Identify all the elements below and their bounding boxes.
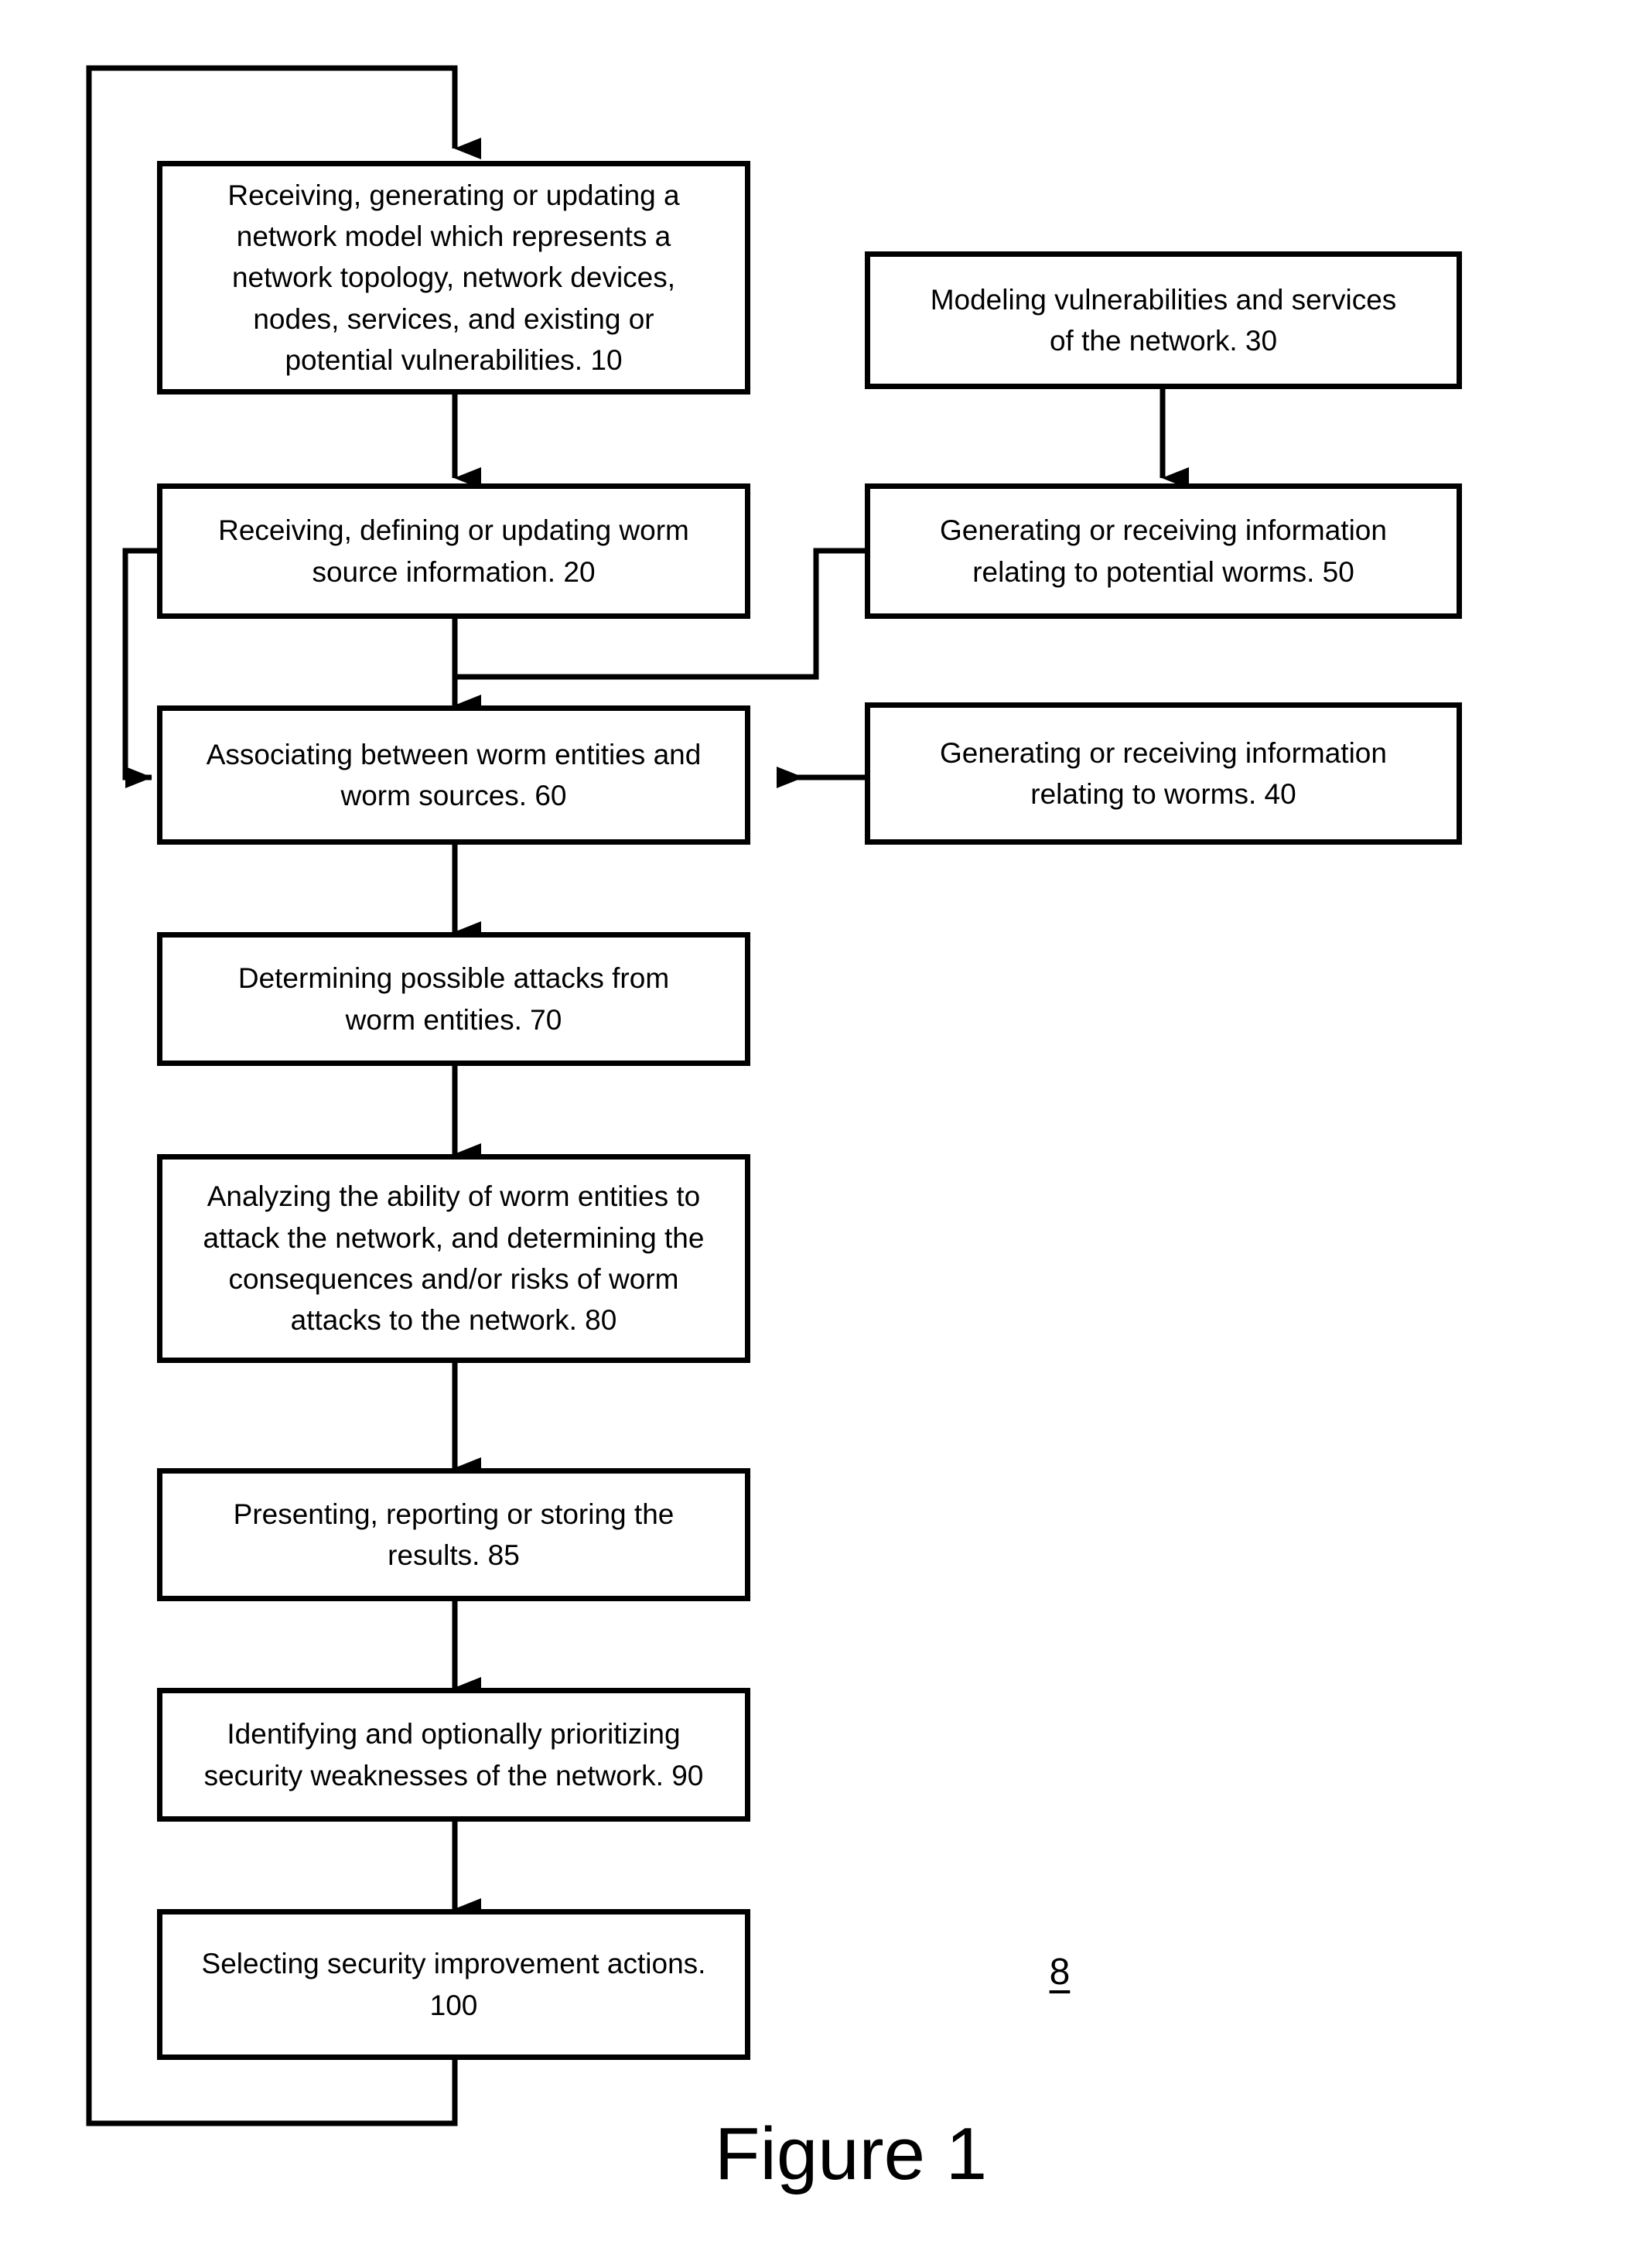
- flow-box-step-70: Determining possible attacks from worm e…: [157, 932, 750, 1066]
- flow-box-step-30-label: Modeling vulnerabilities and services of…: [930, 283, 1397, 357]
- flow-box-step-40-label: Generating or receiving information rela…: [940, 736, 1387, 810]
- flow-box-step-40: Generating or receiving information rela…: [865, 702, 1462, 845]
- connector-20-left-to-60: [122, 548, 157, 788]
- flow-box-step-50-label: Generating or receiving information rela…: [940, 514, 1387, 588]
- flow-box-step-90-label: Identifying and optionally prioritizing …: [203, 1718, 704, 1792]
- flow-box-step-80: Analyzing the ability of worm entities t…: [157, 1154, 750, 1363]
- flow-box-step-20-label: Receiving, defining or updating worm sou…: [218, 514, 689, 588]
- figure-caption: Figure 1: [714, 2113, 988, 2195]
- flow-box-step-50: Generating or receiving information rela…: [865, 483, 1462, 619]
- flow-box-step-60-label: Associating between worm entities and wo…: [206, 738, 702, 811]
- flow-box-step-10-label: Receiving, generating or updating a netw…: [227, 179, 680, 376]
- flow-box-step-60: Associating between worm entities and wo…: [157, 705, 750, 845]
- flow-box-step-85: Presenting, reporting or storing the res…: [157, 1468, 750, 1601]
- flow-box-step-30: Modeling vulnerabilities and services of…: [865, 251, 1462, 389]
- figure-reference-numeral: 8: [1049, 1952, 1071, 1993]
- flow-box-step-80-label: Analyzing the ability of worm entities t…: [203, 1180, 705, 1337]
- flow-box-step-70-label: Determining possible attacks from worm e…: [237, 962, 670, 1036]
- patent-figure-page: Receiving, generating or updating a netw…: [0, 0, 1636, 2268]
- flow-box-step-90: Identifying and optionally prioritizing …: [157, 1688, 750, 1822]
- flow-box-step-100-label: Selecting security improvement actions. …: [201, 1948, 706, 2021]
- flow-box-step-100: Selecting security improvement actions. …: [157, 1909, 750, 2060]
- flow-box-step-85-label: Presenting, reporting or storing the res…: [233, 1498, 675, 1571]
- flow-box-step-10: Receiving, generating or updating a netw…: [157, 161, 750, 395]
- flow-box-step-20: Receiving, defining or updating worm sou…: [157, 483, 750, 619]
